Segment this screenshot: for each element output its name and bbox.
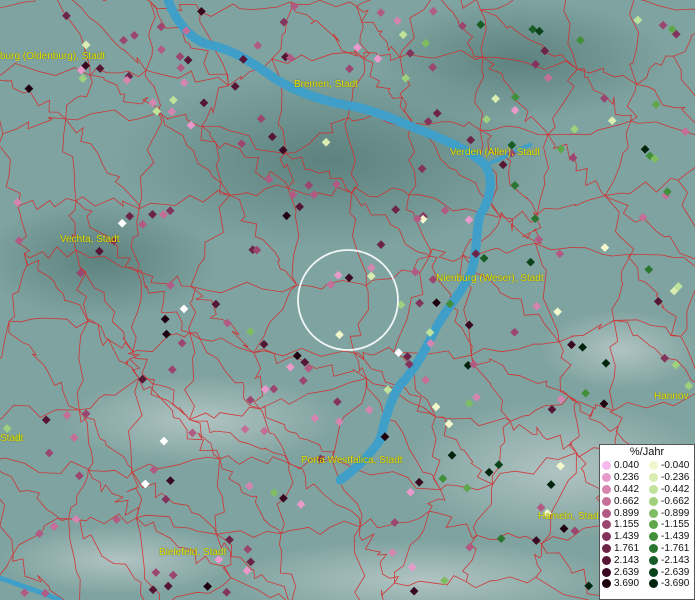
legend-label: 0.040 bbox=[614, 460, 640, 472]
legend-label: -0.442 bbox=[661, 483, 690, 495]
legend-entry-positive: 0.899 bbox=[600, 508, 647, 519]
legend-row: 1.761 -1.761 bbox=[600, 543, 694, 555]
legend-entry-negative: -0.662 bbox=[647, 496, 694, 507]
legend-swatch-icon bbox=[602, 508, 611, 518]
legend-entry-negative: -2.639 bbox=[647, 567, 694, 578]
city-label-bielefeld: Bielefeld, Stadt bbox=[159, 547, 227, 558]
legend-swatch-icon bbox=[602, 567, 611, 577]
legend-label: 0.662 bbox=[614, 495, 640, 507]
city-label-bremen: Bremen, Stadt bbox=[294, 79, 358, 90]
legend-swatch-icon bbox=[649, 496, 658, 506]
legend-label: -1.761 bbox=[661, 542, 690, 554]
legend-label: -0.236 bbox=[661, 472, 690, 484]
legend-label: 0.236 bbox=[614, 472, 640, 484]
legend-entry-negative: -3.690 bbox=[647, 578, 694, 589]
city-label-hannover: Hannov bbox=[654, 391, 689, 402]
legend-label: -3.690 bbox=[661, 578, 690, 590]
legend-title: %/Jahr bbox=[629, 446, 665, 458]
legend-entry-negative: -1.439 bbox=[647, 531, 694, 542]
legend-swatch-icon bbox=[602, 520, 611, 530]
legend-label: 2.143 bbox=[614, 554, 640, 566]
legend-swatch-icon bbox=[649, 508, 658, 518]
legend-swatch-icon bbox=[649, 543, 658, 553]
legend-label: -0.662 bbox=[661, 495, 690, 507]
legend-label: 0.899 bbox=[614, 507, 640, 519]
city-label-stadt-left: Stadt bbox=[0, 433, 24, 444]
legend-entry-positive: 2.143 bbox=[600, 555, 647, 566]
city-label-oldenburg: burg (Oldenburg), Stadt bbox=[0, 51, 106, 62]
legend-swatch-icon bbox=[649, 567, 658, 577]
legend-label: 3.690 bbox=[614, 578, 640, 590]
city-label-nienburg: Nienburg (Weser), Stadt bbox=[436, 273, 544, 284]
legend-label: -1.439 bbox=[661, 531, 690, 543]
legend-swatch-icon bbox=[602, 496, 611, 506]
legend-label: -0.899 bbox=[661, 507, 690, 519]
legend-label: 1.439 bbox=[614, 531, 640, 543]
legend-entry-positive: 1.439 bbox=[600, 531, 647, 542]
legend-entry-negative: -1.761 bbox=[647, 543, 694, 554]
legend: %/Jahr 0.040 -0.040 0.236 -0.236 0.442 -0.442… bbox=[599, 444, 695, 600]
legend-label: 1.155 bbox=[614, 519, 640, 531]
legend-entry-negative: -0.899 bbox=[647, 508, 694, 519]
legend-swatch-icon bbox=[602, 473, 611, 483]
legend-swatch-icon bbox=[649, 520, 658, 530]
legend-swatch-icon bbox=[649, 473, 658, 483]
legend-row: 2.143 -2.143 bbox=[600, 554, 694, 566]
legend-label: 0.442 bbox=[614, 483, 640, 495]
legend-label: -0.040 bbox=[661, 460, 690, 472]
legend-row: 2.639 -2.639 bbox=[600, 566, 694, 578]
legend-entry-negative: -1.155 bbox=[647, 519, 694, 530]
legend-swatch-icon bbox=[649, 555, 658, 565]
legend-swatch-icon bbox=[602, 484, 611, 494]
legend-label: -1.155 bbox=[661, 519, 690, 531]
legend-label: -2.143 bbox=[661, 554, 690, 566]
legend-entry-positive: 1.761 bbox=[600, 543, 647, 554]
legend-entry-negative: -0.236 bbox=[647, 472, 694, 483]
legend-swatch-icon bbox=[649, 532, 658, 542]
legend-swatch-icon bbox=[602, 532, 611, 542]
legend-entry-positive: 1.155 bbox=[600, 519, 647, 530]
legend-entry-positive: 2.639 bbox=[600, 567, 647, 578]
legend-entry-positive: 0.442 bbox=[600, 484, 647, 495]
city-label-verden: Verden (Aller), Stadt bbox=[450, 147, 541, 158]
legend-entry-positive: 0.236 bbox=[600, 472, 647, 483]
legend-row: 1.155 -1.155 bbox=[600, 519, 694, 531]
legend-entry-negative: -0.442 bbox=[647, 484, 694, 495]
legend-entry-positive: 3.690 bbox=[600, 578, 647, 589]
city-label-hameln: Hameln, Stadt bbox=[538, 511, 602, 522]
map-canvas[interactable] bbox=[0, 0, 695, 600]
legend-swatch-icon bbox=[602, 543, 611, 553]
legend-swatch-icon bbox=[602, 579, 611, 589]
legend-row: 0.040 -0.040 bbox=[600, 460, 694, 472]
legend-entry-positive: 0.662 bbox=[600, 496, 647, 507]
legend-swatch-icon bbox=[602, 555, 611, 565]
legend-entry-positive: 0.040 bbox=[600, 460, 647, 471]
legend-label: 2.639 bbox=[614, 566, 640, 578]
legend-swatch-icon bbox=[649, 484, 658, 494]
legend-row: 0.442 -0.442 bbox=[600, 484, 694, 496]
legend-row: 3.690 -3.690 bbox=[600, 578, 694, 590]
legend-swatch-icon bbox=[649, 461, 658, 471]
city-label-vechta: Vechta, Stadt bbox=[60, 234, 120, 245]
legend-label: -2.639 bbox=[661, 566, 690, 578]
legend-swatch-icon bbox=[602, 461, 611, 471]
legend-entry-negative: -0.040 bbox=[647, 460, 694, 471]
legend-swatch-icon bbox=[649, 579, 658, 589]
legend-entry-negative: -2.143 bbox=[647, 555, 694, 566]
legend-row: 0.662 -0.662 bbox=[600, 495, 694, 507]
city-label-porta-westfalica: Porta Westfalica, Stadt bbox=[301, 455, 403, 466]
legend-label: 1.761 bbox=[614, 542, 640, 554]
legend-row: 0.899 -0.899 bbox=[600, 507, 694, 519]
legend-row: 1.439 -1.439 bbox=[600, 531, 694, 543]
legend-row: 0.236 -0.236 bbox=[600, 472, 694, 484]
